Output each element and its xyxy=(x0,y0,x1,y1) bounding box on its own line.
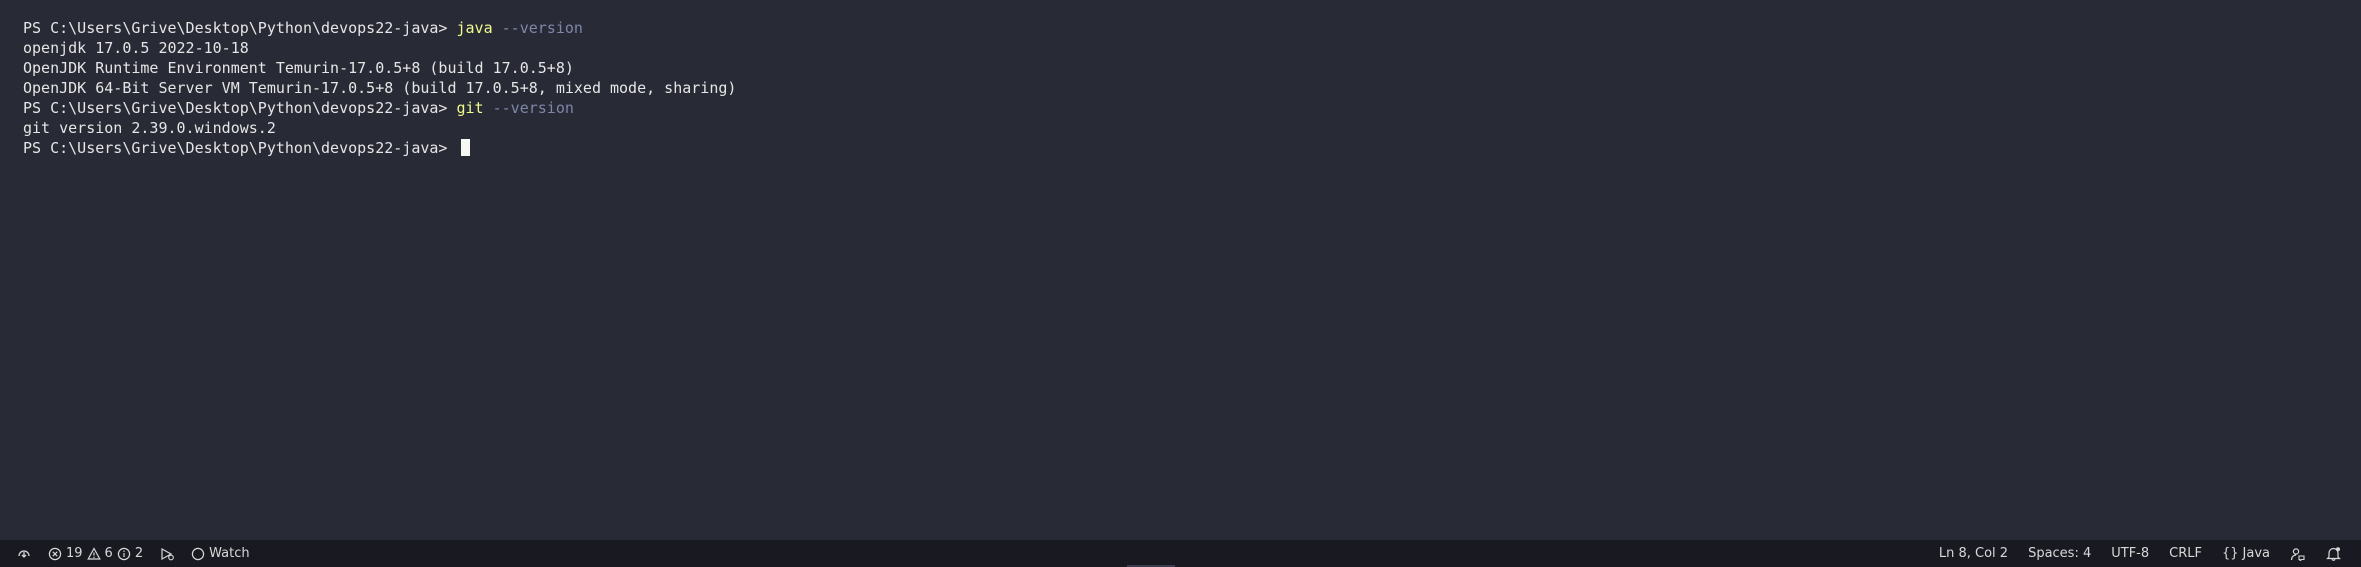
eol-button[interactable]: CRLF xyxy=(2159,540,2212,567)
terminal-cursor[interactable] xyxy=(461,139,471,156)
info-icon xyxy=(117,547,131,561)
terminal-line: PS C:\Users\Grive\Desktop\Python\devops2… xyxy=(23,98,736,118)
feedback-button[interactable] xyxy=(2280,540,2316,567)
remote-button[interactable] xyxy=(8,540,40,567)
remote-icon xyxy=(16,547,32,561)
terminal-command: java xyxy=(456,19,493,37)
terminal-line: OpenJDK Runtime Environment Temurin-17.0… xyxy=(23,59,574,77)
status-bar-right: Ln 8, Col 2 Spaces: 4 UTF-8 CRLF {} Java xyxy=(1929,540,2351,567)
encoding-button[interactable]: UTF-8 xyxy=(2101,540,2159,567)
cursor-position-button[interactable]: Ln 8, Col 2 xyxy=(1929,540,2018,567)
terminal-command: git xyxy=(456,99,484,117)
bell-icon xyxy=(2326,546,2341,561)
status-bar: 19 6 2 Watch Ln 8, Col 2 Spaces: 4 UTF-8… xyxy=(0,540,2361,567)
braces-icon: {} xyxy=(2221,546,2239,561)
error-count: 19 xyxy=(66,546,83,561)
run-debug-button[interactable] xyxy=(151,540,183,567)
watch-button[interactable]: Watch xyxy=(183,540,257,567)
language-mode-button[interactable]: {} Java xyxy=(2212,540,2280,567)
terminal-command-args: --version xyxy=(483,99,574,117)
warning-icon xyxy=(86,546,101,561)
terminal-line: OpenJDK 64-Bit Server VM Temurin-17.0.5+… xyxy=(23,79,737,97)
terminal-command-args: --version xyxy=(492,19,583,37)
terminal-line: git version 2.39.0.windows.2 xyxy=(23,119,276,137)
indentation-button[interactable]: Spaces: 4 xyxy=(2018,540,2101,567)
terminal-line: PS C:\Users\Grive\Desktop\Python\devops2… xyxy=(23,138,736,158)
terminal-line: openjdk 17.0.5 2022-10-18 xyxy=(23,39,249,57)
terminal-prompt: PS C:\Users\Grive\Desktop\Python\devops2… xyxy=(23,19,457,37)
terminal-prompt: PS C:\Users\Grive\Desktop\Python\devops2… xyxy=(23,99,457,117)
notifications-button[interactable] xyxy=(2316,540,2351,567)
terminal-line: PS C:\Users\Grive\Desktop\Python\devops2… xyxy=(23,18,736,38)
terminal-prompt: PS C:\Users\Grive\Desktop\Python\devops2… xyxy=(23,139,457,157)
run-debug-icon xyxy=(159,547,175,561)
info-count: 2 xyxy=(134,546,144,561)
watch-icon xyxy=(191,547,205,561)
status-bar-left: 19 6 2 Watch xyxy=(8,540,258,567)
warning-count: 6 xyxy=(104,546,113,561)
terminal-output: PS C:\Users\Grive\Desktop\Python\devops2… xyxy=(23,18,736,158)
language-label: Java xyxy=(2242,546,2270,561)
problems-button[interactable]: 19 6 2 xyxy=(40,540,151,567)
watch-label: Watch xyxy=(209,546,250,561)
error-icon xyxy=(48,547,62,561)
terminal-panel[interactable]: PS C:\Users\Grive\Desktop\Python\devops2… xyxy=(0,0,2361,540)
feedback-icon xyxy=(2290,547,2306,561)
